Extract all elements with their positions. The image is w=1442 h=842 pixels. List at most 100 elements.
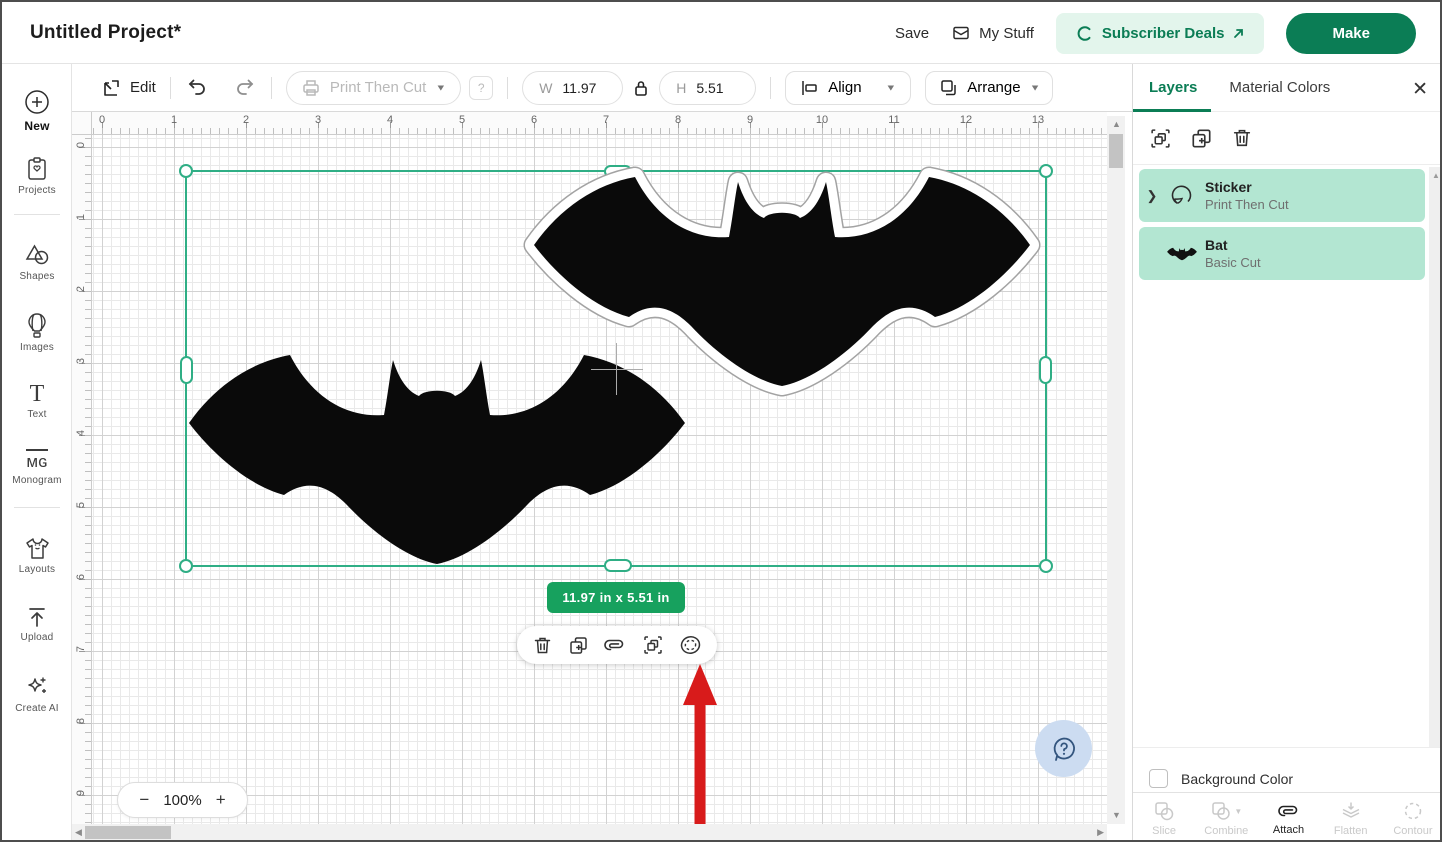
external-arrow-icon	[1233, 28, 1244, 39]
chevron-down-icon: ▼	[885, 83, 896, 93]
handle-bottom-right[interactable]	[1039, 559, 1053, 573]
sidebar-divider	[14, 507, 60, 508]
duplicate-icon[interactable]	[568, 635, 589, 656]
edit-button[interactable]: Edit	[102, 78, 156, 98]
zoom-in-button[interactable]: +	[216, 790, 226, 810]
align-dropdown[interactable]: Align ▼	[785, 71, 911, 105]
ruler-v: 0123456789	[72, 135, 92, 832]
select-all-icon[interactable]	[1149, 127, 1172, 150]
sidebar-item-monogram[interactable]: ᴍɢ Monogram	[2, 449, 72, 486]
layers-panel: Layers Material Colors ✕ ❯	[1132, 64, 1442, 842]
sidebar-item-layouts[interactable]: Layouts	[2, 536, 72, 575]
sidebar-item-upload[interactable]: Upload	[2, 605, 72, 643]
scroll-left-icon[interactable]: ◀	[75, 828, 82, 837]
ruler-corner	[72, 112, 92, 135]
project-board-icon	[2, 156, 72, 182]
background-color-label: Background Color	[1181, 771, 1293, 787]
scroll-down-icon[interactable]: ▼	[1112, 811, 1121, 820]
align-icon	[800, 80, 819, 96]
sidebar-item-new[interactable]: New	[2, 88, 72, 133]
my-stuff-button[interactable]: My Stuff	[951, 23, 1034, 43]
layer-operation: Basic Cut	[1205, 255, 1261, 270]
panel-scrollbar[interactable]: ▲	[1429, 167, 1442, 747]
subscriber-deals-button[interactable]: Subscriber Deals	[1056, 13, 1265, 54]
plus-circle-icon	[2, 88, 72, 116]
close-icon[interactable]: ✕	[1412, 78, 1428, 101]
scrollbar-thumb[interactable]	[1109, 134, 1123, 168]
trash-icon[interactable]	[1231, 127, 1253, 149]
edit-pen-icon	[102, 78, 122, 98]
layer-row-sticker[interactable]: ❯ Sticker Print Then Cut	[1139, 169, 1425, 222]
my-stuff-icon	[951, 23, 971, 43]
cricut-design-space-window: Untitled Project* Save My Stuff Subscrib…	[0, 0, 1442, 842]
sidebar-item-images[interactable]: Images	[2, 312, 72, 353]
duplicate-icon[interactable]	[1190, 127, 1213, 150]
cricut-logo-icon	[1076, 25, 1093, 42]
slice-button[interactable]: Slice	[1133, 793, 1195, 842]
balloon-icon	[2, 312, 72, 339]
layer-operation: Print Then Cut	[1205, 197, 1289, 212]
sidebar-item-shapes[interactable]: Shapes	[2, 242, 72, 282]
flatten-button[interactable]: Flatten	[1320, 793, 1382, 842]
tab-material-colors[interactable]: Material Colors	[1229, 79, 1330, 96]
zoom-out-button[interactable]: −	[139, 790, 149, 810]
height-field[interactable]: H5.51	[659, 71, 756, 105]
chevron-down-icon: ▼	[1234, 807, 1242, 816]
background-color-checkbox[interactable]	[1149, 769, 1168, 788]
cursor-crosshair	[616, 343, 617, 395]
scroll-up-icon[interactable]: ▲	[1432, 171, 1440, 180]
combine-button[interactable]: ▼ Combine	[1195, 793, 1257, 842]
save-button[interactable]: Save	[895, 25, 929, 42]
selection-toolbar	[517, 626, 717, 664]
make-button[interactable]: Make	[1286, 13, 1416, 54]
width-field[interactable]: W11.97	[522, 71, 623, 105]
design-canvas[interactable]: 012345678910111213 0123456789 11.97 in x…	[72, 112, 1132, 842]
edit-toolbar: Edit Print Then Cut ▼ ? W11.97	[72, 64, 1132, 112]
arrange-dropdown[interactable]: Arrange ▼	[925, 71, 1053, 105]
bat-shape[interactable]	[187, 352, 687, 567]
handle-top-left[interactable]	[179, 164, 193, 178]
help-button[interactable]	[1035, 720, 1092, 777]
zoom-level: 100%	[163, 792, 201, 809]
tab-layers[interactable]: Layers	[1149, 79, 1197, 96]
undo-icon[interactable]	[185, 77, 209, 99]
canvas-vertical-scrollbar[interactable]: ▲ ▼	[1107, 116, 1125, 824]
scroll-right-icon[interactable]: ▶	[1097, 828, 1104, 837]
operation-help-button[interactable]: ?	[469, 76, 493, 100]
arrange-icon	[940, 79, 958, 96]
slice-icon	[1153, 800, 1175, 822]
canvas-horizontal-scrollbar[interactable]: ◀ ▶	[72, 824, 1107, 841]
scrollbar-thumb[interactable]	[85, 826, 171, 839]
expand-chevron-icon[interactable]: ❯	[1139, 188, 1165, 204]
printer-icon	[301, 78, 321, 98]
contour-button[interactable]: Contour	[1382, 793, 1442, 842]
operation-select[interactable]: Print Then Cut ▼	[286, 71, 461, 105]
text-icon: T	[2, 382, 72, 406]
sticker-icon	[1165, 183, 1199, 208]
bat-icon	[1165, 247, 1199, 261]
monogram-icon: ᴍɢ	[26, 449, 47, 472]
upload-icon	[2, 605, 72, 629]
sticker-icon[interactable]	[679, 634, 702, 656]
redo-icon[interactable]	[233, 77, 257, 99]
trash-icon[interactable]	[532, 635, 553, 656]
sidebar-divider	[14, 214, 60, 215]
scroll-up-icon[interactable]: ▲	[1112, 120, 1121, 129]
sidebar-item-text[interactable]: T Text	[2, 382, 72, 420]
layers-toolbar	[1133, 112, 1442, 165]
select-all-icon[interactable]	[642, 634, 664, 656]
sidebar-item-projects[interactable]: Projects	[2, 156, 72, 196]
lock-icon[interactable]	[633, 79, 649, 97]
sidebar-item-create-ai[interactable]: Create AI	[2, 674, 72, 714]
tshirt-icon	[2, 536, 72, 561]
layer-name: Sticker	[1205, 179, 1289, 195]
dimension-badge: 11.97 in x 5.51 in	[547, 582, 685, 613]
left-sidebar: New Projects Shapes	[2, 64, 72, 842]
attach-icon[interactable]	[603, 635, 627, 655]
header: Untitled Project* Save My Stuff Subscrib…	[2, 2, 1440, 64]
shapes-icon	[2, 242, 72, 268]
layer-row-bat[interactable]: ❯ Bat Basic Cut	[1139, 227, 1425, 280]
chevron-down-icon: ▼	[435, 83, 446, 93]
attach-button[interactable]: Attach	[1257, 793, 1319, 842]
project-title[interactable]: Untitled Project*	[30, 22, 181, 44]
